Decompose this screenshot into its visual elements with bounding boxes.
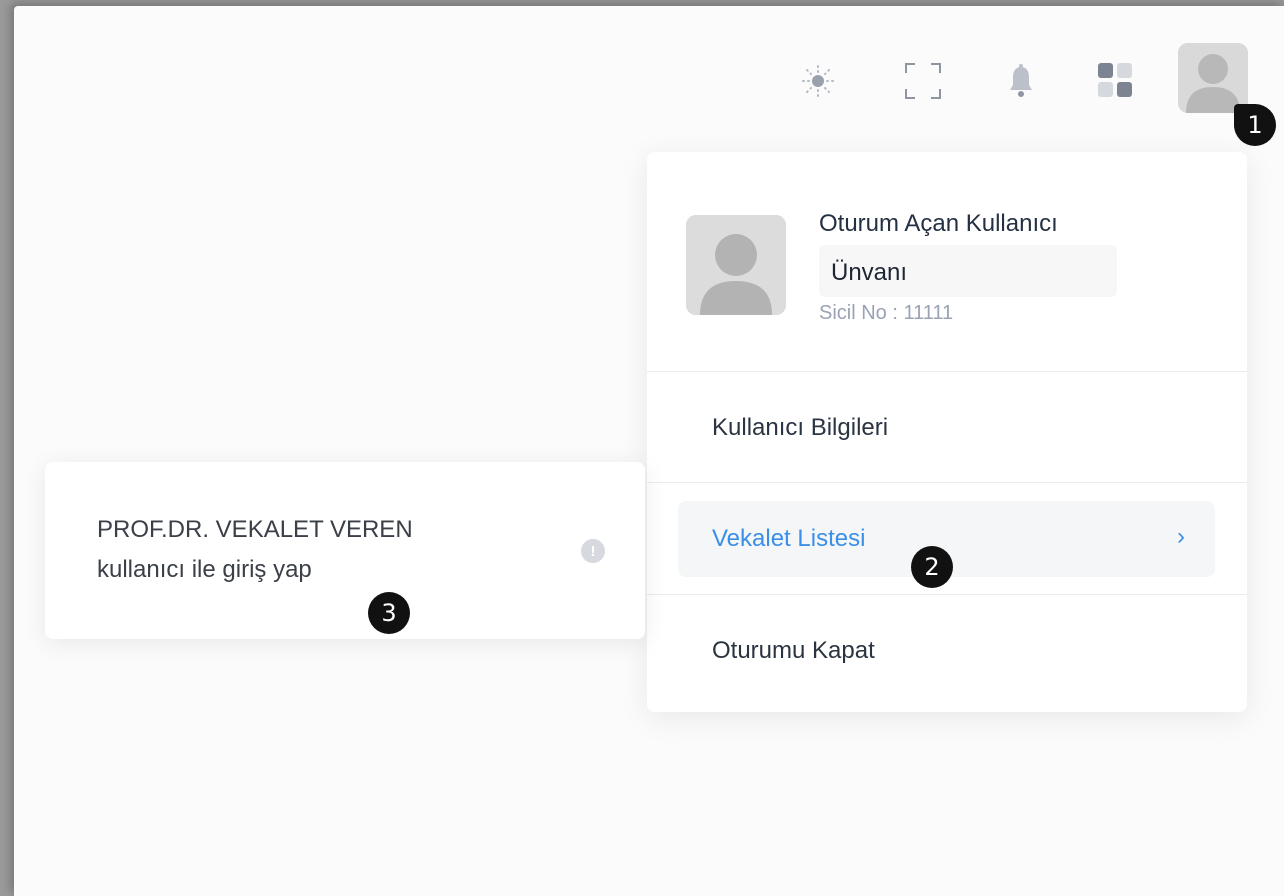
annotation-badge-3: 3: [368, 592, 410, 634]
divider: [647, 371, 1247, 372]
annotation-badge-2: 2: [911, 546, 953, 588]
profile-photo: [686, 215, 786, 315]
user-title: Ünvanı: [819, 245, 1117, 297]
menu-item-user-info[interactable]: Kullanıcı Bilgileri: [712, 414, 888, 442]
user-name: Oturum Açan Kullanıcı: [819, 210, 1058, 237]
user-menu-dropdown: Oturum Açan Kullanıcı Ünvanı Sicil No : …: [647, 152, 1247, 712]
divider: [647, 594, 1247, 595]
proxy-login-text: PROF.DR. VEKALET VEREN kullanıcı ile gir…: [97, 510, 413, 590]
menu-item-proxy-list-label: Vekalet Listesi: [712, 525, 866, 552]
fullscreen-icon: [905, 63, 941, 99]
chevron-right-icon: ›: [1177, 523, 1185, 550]
user-avatar-button[interactable]: [1178, 43, 1248, 113]
user-avatar-icon: [686, 215, 786, 315]
bell-icon: [1010, 64, 1032, 97]
proxy-login-line2: kullanıcı ile giriş yap: [97, 556, 312, 583]
proxy-login-item[interactable]: PROF.DR. VEKALET VEREN kullanıcı ile gir…: [45, 462, 645, 639]
apps-button[interactable]: [1089, 54, 1143, 108]
sun-icon: [802, 65, 834, 97]
notifications-button[interactable]: [994, 54, 1048, 108]
info-icon: !: [581, 539, 605, 563]
divider: [647, 482, 1247, 483]
user-avatar-icon: [1178, 43, 1248, 113]
theme-toggle-button[interactable]: [791, 54, 845, 108]
app-frame: 1 Oturum Açan Kullanıcı Ünvanı Sicil No …: [14, 6, 1284, 896]
fullscreen-button[interactable]: [896, 54, 950, 108]
annotation-badge-1: 1: [1234, 104, 1276, 146]
user-sicil-number: Sicil No : 11111: [819, 302, 954, 324]
apps-grid-icon: [1098, 63, 1132, 97]
menu-item-logout[interactable]: Oturumu Kapat: [712, 637, 875, 665]
proxy-login-line1: PROF.DR. VEKALET VEREN: [97, 516, 413, 543]
